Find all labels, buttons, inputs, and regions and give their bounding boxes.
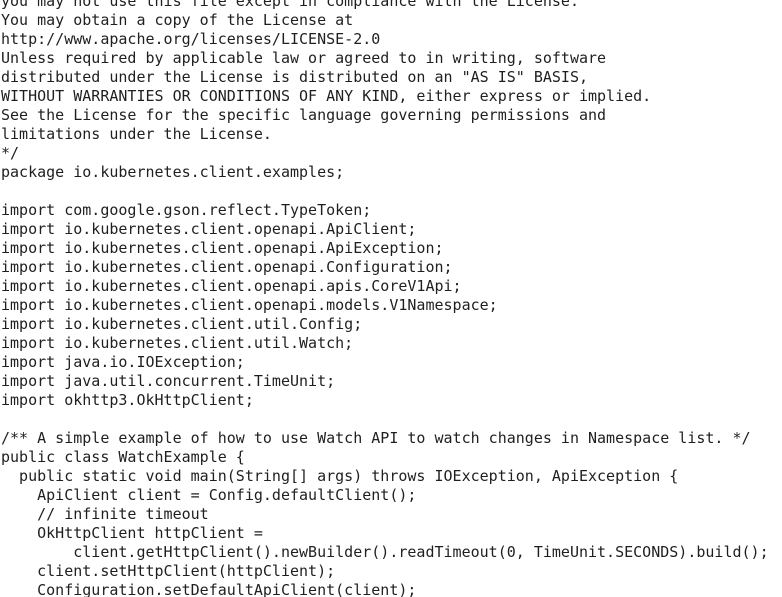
- code-line: you may not use this file except in comp…: [1, 0, 579, 10]
- code-line: import io.kubernetes.client.openapi.Conf…: [1, 258, 453, 276]
- code-line: import io.kubernetes.client.openapi.ApiC…: [1, 220, 417, 238]
- code-line: Unless required by applicable law or agr…: [1, 49, 607, 67]
- code-line: WITHOUT WARRANTIES OR CONDITIONS OF ANY …: [1, 87, 652, 105]
- code-line: Configuration.setDefaultApiClient(client…: [1, 581, 417, 597]
- code-line: public class WatchExample {: [1, 448, 245, 466]
- source-code: you may not use this file except in comp…: [1, 0, 769, 597]
- code-line: import io.kubernetes.client.openapi.mode…: [1, 296, 498, 314]
- code-line: package io.kubernetes.client.examples;: [1, 163, 345, 181]
- code-line: OkHttpClient httpClient =: [1, 524, 263, 542]
- code-line: ApiClient client = Config.defaultClient(…: [1, 486, 417, 504]
- code-line: import java.util.concurrent.TimeUnit;: [1, 372, 336, 390]
- code-line: import okhttp3.OkHttpClient;: [1, 391, 254, 409]
- code-line: import io.kubernetes.client.util.Config;: [1, 315, 363, 333]
- code-line: import io.kubernetes.client.openapi.ApiE…: [1, 239, 444, 257]
- code-line: */: [1, 144, 20, 162]
- code-line: /** A simple example of how to use Watch…: [1, 429, 751, 447]
- code-line: limitations under the License.: [1, 125, 272, 143]
- code-viewer[interactable]: you may not use this file except in comp…: [0, 0, 782, 597]
- code-line: http://www.apache.org/licenses/LICENSE-2…: [1, 30, 381, 48]
- code-line: import io.kubernetes.client.openapi.apis…: [1, 277, 462, 295]
- code-line: You may obtain a copy of the License at: [1, 11, 354, 29]
- code-line: client.setHttpClient(httpClient);: [1, 562, 336, 580]
- code-line: import java.io.IOException;: [1, 353, 245, 371]
- code-line: distributed under the License is distrib…: [1, 68, 588, 86]
- code-line: import io.kubernetes.client.util.Watch;: [1, 334, 354, 352]
- code-line: public static void main(String[] args) t…: [1, 467, 679, 485]
- code-line: import com.google.gson.reflect.TypeToken…: [1, 201, 372, 219]
- code-line: // infinite timeout: [1, 505, 209, 523]
- code-line: client.getHttpClient().newBuilder().read…: [1, 543, 769, 561]
- code-line: See the License for the specific languag…: [1, 106, 607, 124]
